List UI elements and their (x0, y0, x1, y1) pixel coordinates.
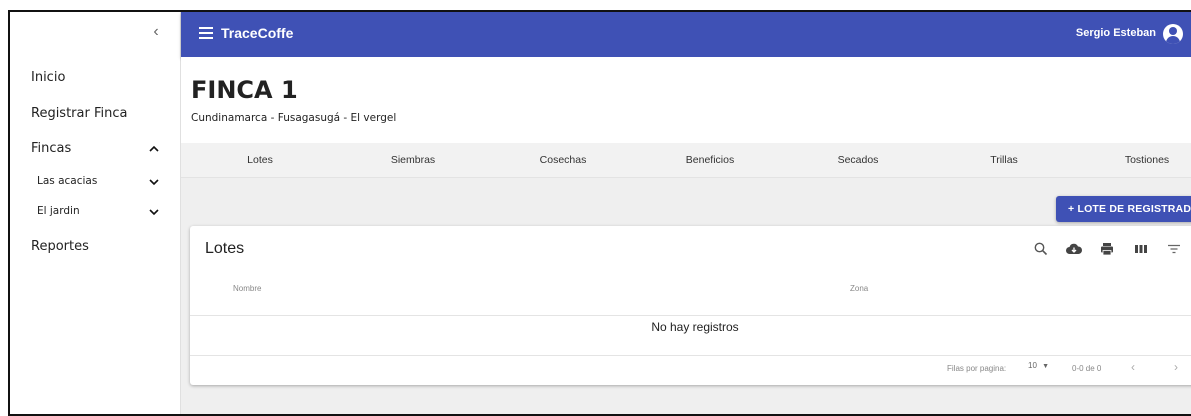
tab-trillas[interactable]: Trillas (959, 143, 1049, 178)
chevron-down-icon (147, 176, 161, 189)
account-icon[interactable] (1163, 24, 1183, 44)
add-lote-button[interactable]: + LOTE DE REGISTRADO (1056, 196, 1191, 222)
table-title: Lotes (205, 240, 245, 257)
footer-divider (190, 355, 1191, 356)
sidebar-item-label: Las acacias (37, 175, 98, 187)
tab-cosechas[interactable]: Cosechas (518, 143, 608, 178)
chevron-left-icon: ‹ (1131, 360, 1135, 374)
cloud-download-icon[interactable] (1065, 240, 1083, 258)
sidebar-item-inicio[interactable]: Inicio (10, 70, 180, 92)
user-name[interactable]: Sergio Esteban (1076, 27, 1156, 39)
search-icon[interactable] (1032, 240, 1050, 258)
header-divider (190, 315, 1191, 316)
sidebar-item-label: Registrar Finca (31, 106, 128, 121)
chevron-down-icon (147, 206, 161, 219)
app-bar: TraceCoffe Sergio Esteban (181, 12, 1191, 57)
app-window: ‹ Inicio Registrar Finca Fincas Las acac… (8, 10, 1191, 416)
view-column-icon[interactable] (1132, 240, 1150, 258)
tab-beneficios[interactable]: Beneficios (665, 143, 755, 178)
lotes-table-card: Lotes Nombre Zona No hay registros Filas… (190, 226, 1191, 385)
chevron-right-icon: › (1174, 360, 1178, 374)
tab-secados[interactable]: Secados (813, 143, 903, 178)
sidebar-item-registrar-finca[interactable]: Registrar Finca (10, 106, 180, 128)
tab-tostiones[interactable]: Tostiones (1102, 143, 1191, 178)
sidebar-item-label: Inicio (31, 70, 66, 85)
chevron-up-icon (147, 143, 161, 156)
tab-siembras[interactable]: Siembras (368, 143, 458, 178)
pagination-range: 0-0 de 0 (1072, 364, 1102, 373)
page-header: FINCA 1 Cundinamarca - Fusagasugá - El v… (181, 57, 1191, 143)
chevron-left-icon: ‹ (153, 23, 159, 40)
sidebar-item-el-jardin[interactable]: El jardin (10, 205, 180, 225)
rows-per-page-value: 10 (1028, 361, 1037, 370)
sidebar: ‹ Inicio Registrar Finca Fincas Las acac… (10, 12, 181, 414)
sidebar-item-label: Reportes (31, 239, 89, 254)
filter-icon[interactable] (1165, 240, 1183, 258)
tab-bar: Lotes Siembras Cosechas Beneficios Secad… (181, 143, 1191, 178)
menu-icon[interactable] (199, 26, 213, 40)
next-page-button[interactable]: › (1168, 359, 1184, 375)
sidebar-item-reportes[interactable]: Reportes (10, 239, 180, 261)
page-subtitle: Cundinamarca - Fusagasugá - El vergel (191, 112, 397, 124)
sidebar-item-fincas[interactable]: Fincas (10, 141, 180, 163)
caret-down-icon: ▼ (1042, 363, 1050, 370)
sidebar-item-label: El jardin (37, 205, 80, 217)
column-header-nombre[interactable]: Nombre (233, 284, 261, 293)
app-title: TraceCoffe (221, 25, 294, 41)
column-header-zona[interactable]: Zona (850, 284, 868, 293)
rows-per-page-label: Filas por pagina: (947, 364, 1007, 373)
previous-page-button[interactable]: ‹ (1125, 359, 1141, 375)
page-title: FINCA 1 (191, 76, 298, 104)
sidebar-item-las-acacias[interactable]: Las acacias (10, 175, 180, 195)
sidebar-item-label: Fincas (31, 141, 72, 156)
tab-lotes[interactable]: Lotes (225, 143, 295, 178)
empty-state-message: No hay registros (651, 320, 739, 334)
sidebar-collapse-button[interactable]: ‹ (146, 20, 166, 44)
rows-per-page-select[interactable]: 10 ▼ (1028, 361, 1058, 375)
print-icon[interactable] (1098, 240, 1116, 258)
